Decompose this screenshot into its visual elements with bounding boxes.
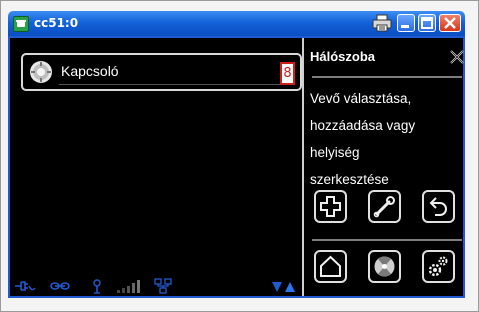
plus-icon bbox=[320, 196, 341, 217]
close-x-icon[interactable] bbox=[450, 50, 464, 64]
list-item-kapcsolo[interactable]: Kapcsoló 8 bbox=[21, 53, 302, 91]
description-line: hozzáadása vagy bbox=[310, 118, 416, 133]
antenna-icon bbox=[90, 278, 104, 294]
fan-button[interactable] bbox=[368, 250, 401, 283]
undo-icon bbox=[429, 197, 447, 216]
network-icon bbox=[154, 278, 172, 294]
description-line: helyiség bbox=[310, 145, 360, 160]
edit-button[interactable] bbox=[368, 190, 401, 223]
printer-icon[interactable] bbox=[372, 14, 392, 32]
fan-icon bbox=[374, 256, 395, 277]
close-icon bbox=[444, 17, 456, 29]
panel-divider bbox=[302, 38, 304, 296]
home-icon bbox=[320, 255, 341, 277]
phone-icon bbox=[13, 16, 29, 32]
title-bar[interactable]: cc51:0 bbox=[8, 11, 465, 36]
description-line: Vevő választása, bbox=[310, 91, 412, 106]
status-bar bbox=[12, 278, 302, 296]
plug-icon bbox=[14, 278, 36, 294]
gears-icon bbox=[428, 256, 448, 277]
wrench-icon bbox=[373, 196, 395, 218]
link-icon bbox=[49, 278, 71, 294]
window-title: cc51:0 bbox=[34, 16, 79, 30]
window-frame: cc51:0 Kapcsoló 8 Hálószoba Vevő választ… bbox=[0, 0, 479, 312]
device-screen: Kapcsoló 8 Hálószoba Vevő választása, ho… bbox=[8, 36, 465, 298]
close-button[interactable] bbox=[439, 14, 461, 32]
list-item-underline bbox=[59, 84, 282, 85]
panel-title: Hálószoba bbox=[310, 49, 376, 64]
scroll-arrows-icon[interactable] bbox=[271, 278, 297, 294]
maximize-button[interactable] bbox=[418, 14, 436, 32]
list-item-badge: 8 bbox=[280, 62, 295, 85]
maximize-icon bbox=[421, 17, 433, 29]
panel-description: Vevő választása, hozzáadása vagy helyisé… bbox=[310, 85, 460, 193]
description-line: szerkesztése bbox=[310, 172, 389, 187]
settings-button[interactable] bbox=[422, 250, 455, 283]
panel-separator bbox=[312, 239, 462, 241]
home-button[interactable] bbox=[314, 250, 347, 283]
back-button[interactable] bbox=[422, 190, 455, 223]
minimize-button[interactable] bbox=[397, 14, 415, 32]
panel-separator bbox=[312, 76, 462, 78]
add-button[interactable] bbox=[314, 190, 347, 223]
switch-icon bbox=[29, 60, 53, 84]
minimize-icon bbox=[401, 25, 409, 28]
list-item-label: Kapcsoló bbox=[61, 63, 119, 79]
signal-bars-icon bbox=[116, 278, 144, 294]
